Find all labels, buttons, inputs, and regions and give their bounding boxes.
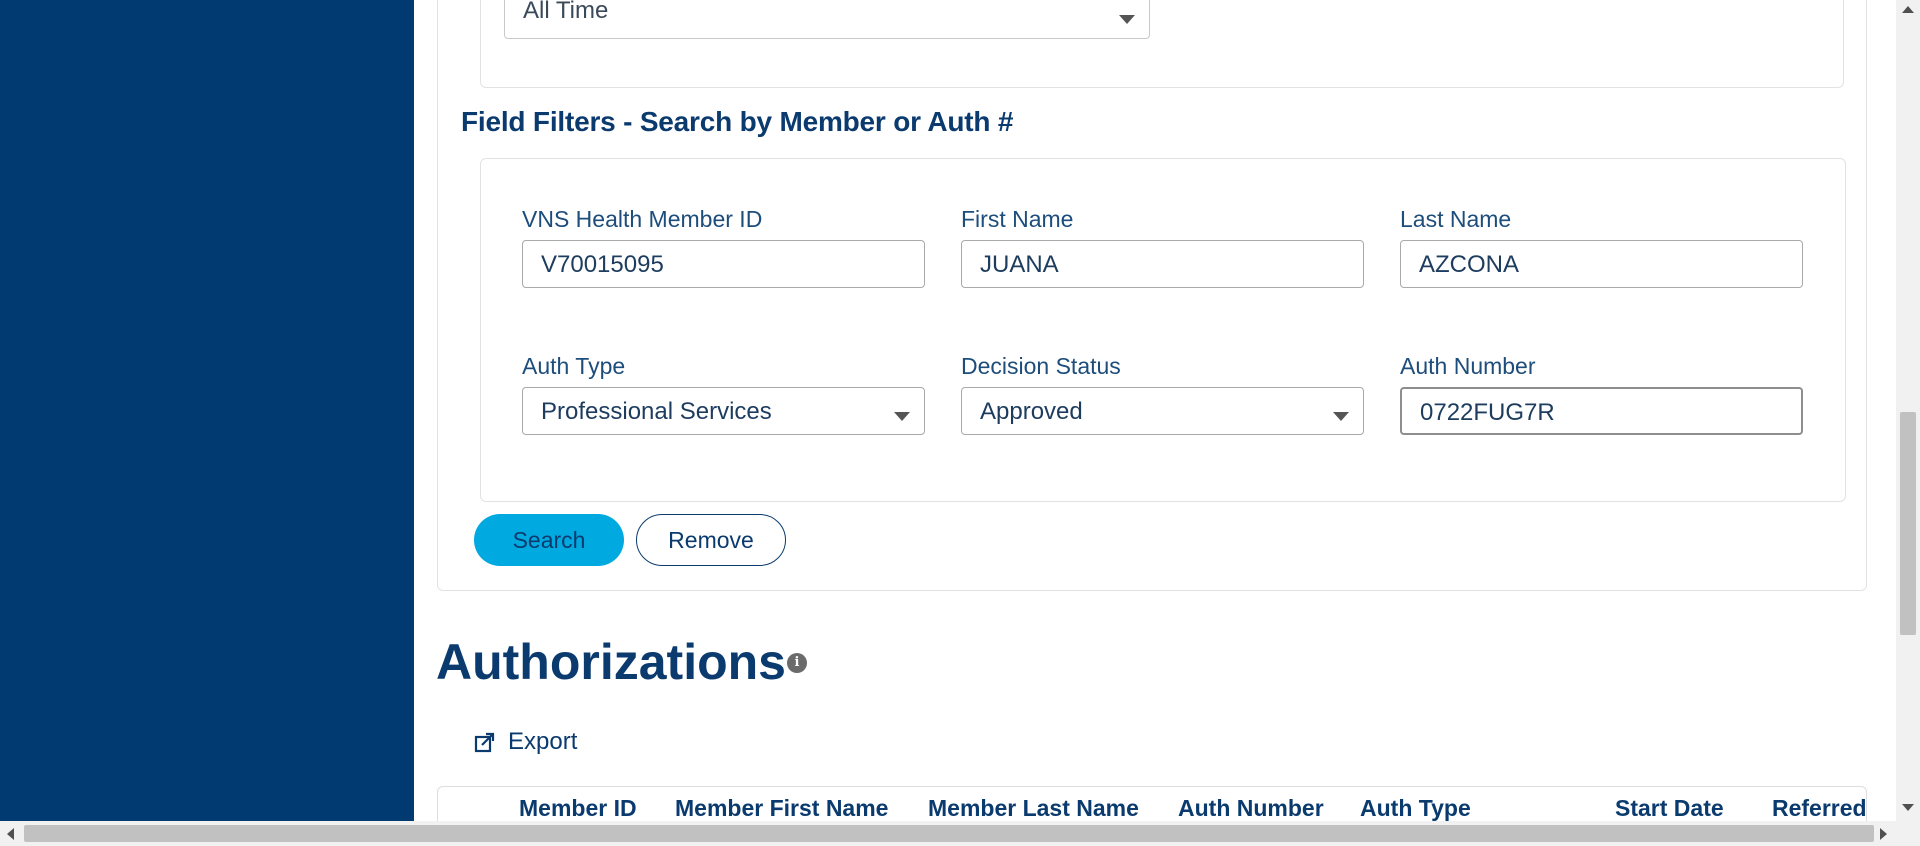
export-link[interactable]: Export: [474, 728, 577, 756]
column-header-member-id[interactable]: Member ID: [519, 795, 637, 821]
scroll-right-arrow-icon[interactable]: [1880, 828, 1887, 840]
last-name-field-group: Last Name AZCONA: [1400, 206, 1803, 288]
vertical-scrollbar-thumb[interactable]: [1900, 412, 1916, 635]
column-header-member-last-name[interactable]: Member Last Name: [928, 795, 1139, 821]
date-range-value: All Time: [523, 0, 609, 24]
field-filters-heading: Field Filters - Search by Member or Auth…: [461, 106, 1014, 137]
export-label: Export: [508, 728, 578, 755]
member-id-input[interactable]: V70015095: [522, 240, 925, 288]
last-name-label: Last Name: [1400, 206, 1512, 232]
auth-type-label: Auth Type: [522, 353, 626, 379]
last-name-input[interactable]: AZCONA: [1400, 240, 1803, 288]
decision-status-field-group: Decision Status Approved: [961, 353, 1364, 435]
auth-number-label: Auth Number: [1400, 353, 1536, 379]
member-id-label: VNS Health Member ID: [522, 206, 763, 232]
column-header-referred[interactable]: Referred: [1772, 795, 1867, 821]
first-name-input[interactable]: JUANA: [961, 240, 1364, 288]
auth-number-input[interactable]: 0722FUG7R: [1400, 387, 1803, 435]
first-name-field-group: First Name JUANA: [961, 206, 1364, 288]
remove-button[interactable]: Remove: [636, 514, 786, 566]
horizontal-scrollbar[interactable]: [0, 821, 1920, 846]
date-range-select[interactable]: All Time: [504, 0, 1150, 39]
column-header-start-date[interactable]: Start Date: [1615, 795, 1724, 821]
export-icon: [474, 732, 495, 753]
chevron-down-icon: [1333, 412, 1349, 421]
search-button[interactable]: Search: [474, 514, 624, 566]
horizontal-scrollbar-thumb[interactable]: [24, 825, 1874, 842]
column-header-auth-type[interactable]: Auth Type: [1360, 795, 1471, 821]
decision-status-select[interactable]: Approved: [961, 387, 1364, 435]
scroll-up-arrow-icon[interactable]: [1902, 6, 1914, 13]
decision-status-value: Approved: [980, 398, 1083, 425]
chevron-down-icon: [1119, 15, 1135, 24]
auth-number-field-group: Auth Number 0722FUG7R: [1400, 353, 1803, 435]
first-name-label: First Name: [961, 206, 1074, 232]
chevron-down-icon: [894, 412, 910, 421]
main-content: All Time Field Filters - Search by Membe…: [414, 0, 1896, 821]
authorizations-title: Authorizations: [436, 634, 786, 690]
auth-type-select[interactable]: Professional Services: [522, 387, 925, 435]
vertical-scrollbar[interactable]: [1896, 0, 1920, 821]
member-id-field-group: VNS Health Member ID V70015095: [522, 206, 925, 288]
auth-type-value: Professional Services: [541, 398, 772, 425]
column-header-member-first-name[interactable]: Member First Name: [675, 795, 888, 821]
decision-status-label: Decision Status: [961, 353, 1121, 379]
auth-type-field-group: Auth Type Professional Services: [522, 353, 925, 435]
info-icon[interactable]: i: [787, 653, 807, 673]
scroll-down-arrow-icon[interactable]: [1902, 804, 1914, 811]
left-sidebar: [0, 0, 414, 821]
scroll-left-arrow-icon[interactable]: [7, 828, 14, 840]
column-header-auth-number[interactable]: Auth Number: [1178, 795, 1324, 821]
